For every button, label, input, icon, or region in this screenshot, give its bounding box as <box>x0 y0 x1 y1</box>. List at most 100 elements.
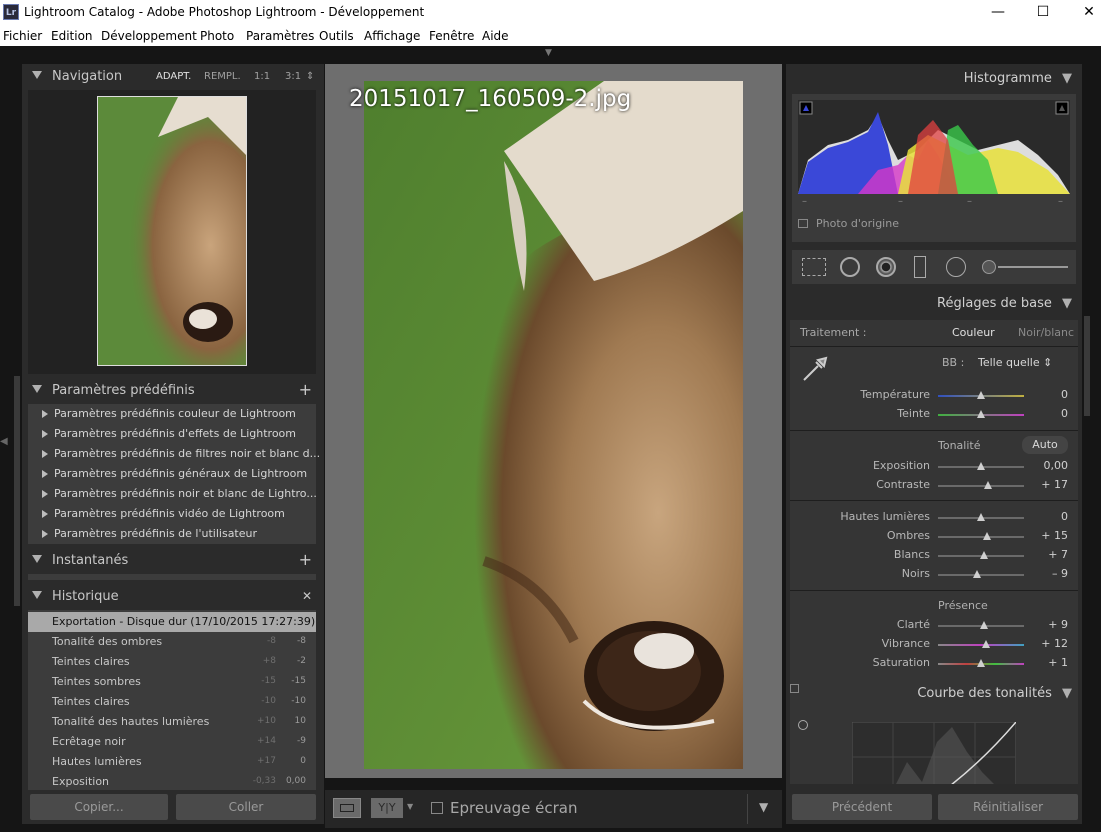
menu-outils[interactable]: Outils <box>319 29 354 43</box>
zoom-fit[interactable]: ADAPT. <box>156 71 191 82</box>
navigator-preview[interactable] <box>28 90 316 374</box>
preset-folder[interactable]: Paramètres prédéfinis généraux de Lightr… <box>54 467 307 480</box>
collapse-triangle-icon[interactable]: ▼ <box>1062 686 1072 701</box>
preset-folder[interactable]: Paramètres prédéfinis vidéo de Lightroom <box>54 507 285 520</box>
histogram-header[interactable]: Histogramme ▼ <box>964 71 1072 86</box>
slider-thumb[interactable] <box>977 513 985 521</box>
menu-fenetre[interactable]: Fenêtre <box>429 29 474 43</box>
contrast-slider[interactable] <box>938 481 1024 489</box>
before-after-button[interactable]: Y|Y <box>371 798 403 818</box>
adjustment-brush-icon[interactable] <box>982 260 996 274</box>
slider-thumb[interactable] <box>977 410 985 418</box>
slider-value[interactable]: 0 <box>1018 388 1068 401</box>
slider-value[interactable]: 0,00 <box>1018 459 1069 472</box>
top-panel-toggle-icon[interactable]: ▼ <box>545 48 552 58</box>
collapse-triangle-icon[interactable] <box>32 385 42 393</box>
add-snapshot-button[interactable]: + <box>299 550 312 569</box>
spot-removal-icon[interactable] <box>840 257 860 277</box>
treatment-color[interactable]: Couleur <box>952 326 995 339</box>
shadows-slider[interactable] <box>938 532 1024 540</box>
minimize-button[interactable]: — <box>975 0 1021 26</box>
expand-triangle-icon[interactable] <box>42 470 48 478</box>
menu-edition[interactable]: Edition <box>51 29 93 43</box>
slider-value[interactable]: 0 <box>1018 407 1068 420</box>
history-item[interactable]: Ecrêtage noir +14 -9 <box>28 732 316 752</box>
red-eye-icon[interactable] <box>876 257 896 277</box>
slider-value[interactable]: 0 <box>1018 510 1068 523</box>
preset-folder[interactable]: Paramètres prédéfinis de filtres noir et… <box>54 447 320 460</box>
clear-history-button[interactable]: ✕ <box>302 589 312 603</box>
histogram-graph[interactable] <box>798 100 1070 194</box>
slider-value[interactable]: + 7 <box>1018 548 1068 561</box>
paste-settings-button[interactable]: Coller <box>176 794 316 820</box>
brush-size-slider[interactable] <box>998 266 1068 268</box>
add-preset-button[interactable]: + <box>299 380 312 399</box>
slider-value[interactable]: + 12 <box>1018 637 1068 650</box>
menu-developpement[interactable]: Développement <box>101 29 197 43</box>
reset-button[interactable]: Réinitialiser <box>938 794 1078 820</box>
expand-triangle-icon[interactable] <box>42 410 48 418</box>
history-item[interactable]: Tonalité des hautes lumières +10 10 <box>28 712 316 732</box>
radial-filter-icon[interactable] <box>946 257 966 277</box>
menu-parametres[interactable]: Paramètres <box>246 29 314 43</box>
slider-thumb[interactable] <box>980 621 989 629</box>
menu-aide[interactable]: Aide <box>482 29 509 43</box>
whites-slider[interactable] <box>938 551 1024 559</box>
history-item[interactable]: Teintes sombres -15 -15 <box>28 672 316 692</box>
basic-header[interactable]: Réglages de base ▼ <box>937 296 1072 311</box>
original-photo-checkbox[interactable] <box>798 219 808 228</box>
zoom-fill[interactable]: REMPL. <box>204 71 241 82</box>
history-header[interactable]: Historique ✕ <box>22 584 324 610</box>
previous-settings-button[interactable]: Précédent <box>792 794 932 820</box>
menu-fichier[interactable]: Fichier <box>3 29 42 43</box>
slider-thumb[interactable] <box>977 659 985 667</box>
collapse-triangle-icon[interactable] <box>32 591 42 599</box>
photo-canvas[interactable]: 20151017_160509-2.jpg <box>325 64 782 778</box>
target-adjust-icon[interactable] <box>798 720 808 730</box>
temperature-slider[interactable] <box>938 391 1024 399</box>
tone-curve-header[interactable]: Courbe des tonalités ▼ <box>917 686 1072 701</box>
right-scrollbar[interactable] <box>1084 316 1090 416</box>
clarity-slider[interactable] <box>938 621 1024 629</box>
preset-folder[interactable]: Paramètres prédéfinis de l'utilisateur <box>54 527 257 540</box>
treatment-bw[interactable]: Noir/blanc <box>1018 326 1074 339</box>
exposure-slider[interactable] <box>938 462 1024 470</box>
wb-select[interactable]: Telle quelle ⇕ <box>978 356 1052 369</box>
collapse-triangle-icon[interactable]: ▼ <box>1062 296 1072 311</box>
left-scrollbar[interactable] <box>14 376 20 606</box>
crop-tool-icon[interactable] <box>802 258 826 276</box>
slider-value[interactable]: + 1 <box>1018 656 1068 669</box>
slider-value[interactable]: + 9 <box>1018 618 1068 631</box>
snapshots-header[interactable]: Instantanés + <box>22 548 324 574</box>
history-item[interactable]: Tonalité des ombres -8 -8 <box>28 632 316 652</box>
history-item[interactable]: Hautes lumières +17 0 <box>28 752 316 772</box>
saturation-slider[interactable] <box>938 659 1024 667</box>
slider-thumb[interactable] <box>982 640 991 648</box>
left-panel-toggle-icon[interactable]: ◀ <box>0 436 8 447</box>
copy-settings-button[interactable]: Copier... <box>30 794 168 820</box>
loupe-view-button[interactable] <box>333 798 361 818</box>
before-after-dropdown-icon[interactable]: ▼ <box>407 802 413 811</box>
maximize-button[interactable]: ☐ <box>1020 0 1066 26</box>
slider-thumb[interactable] <box>980 551 989 559</box>
history-item[interactable]: Exposition -0,33 0,00 <box>28 772 316 790</box>
zoom-1-1[interactable]: 1:1 <box>254 71 270 82</box>
slider-value[interactable]: – 9 <box>1018 567 1068 580</box>
tone-curve-graph[interactable] <box>852 722 1016 784</box>
menu-affichage[interactable]: Affichage <box>364 29 420 43</box>
soft-proof-checkbox[interactable] <box>431 802 443 814</box>
slider-thumb[interactable] <box>972 570 981 578</box>
expand-triangle-icon[interactable] <box>42 530 48 538</box>
tone-curve-toggle[interactable] <box>790 684 799 693</box>
slider-value[interactable]: + 15 <box>1018 529 1068 542</box>
highlights-slider[interactable] <box>938 513 1024 521</box>
slider-thumb[interactable] <box>977 391 985 399</box>
zoom-3-1[interactable]: 3:1 <box>285 71 301 82</box>
wb-eyedropper-icon[interactable] <box>800 354 830 384</box>
preset-folder[interactable]: Paramètres prédéfinis couleur de Lightro… <box>54 407 296 420</box>
menu-photo[interactable]: Photo <box>200 29 234 43</box>
close-window-button[interactable]: ✕ <box>1066 0 1101 26</box>
zoom-dropdown-icon[interactable]: ⇕ <box>306 71 314 82</box>
expand-triangle-icon[interactable] <box>42 510 48 518</box>
preset-folder[interactable]: Paramètres prédéfinis d'effets de Lightr… <box>54 427 296 440</box>
